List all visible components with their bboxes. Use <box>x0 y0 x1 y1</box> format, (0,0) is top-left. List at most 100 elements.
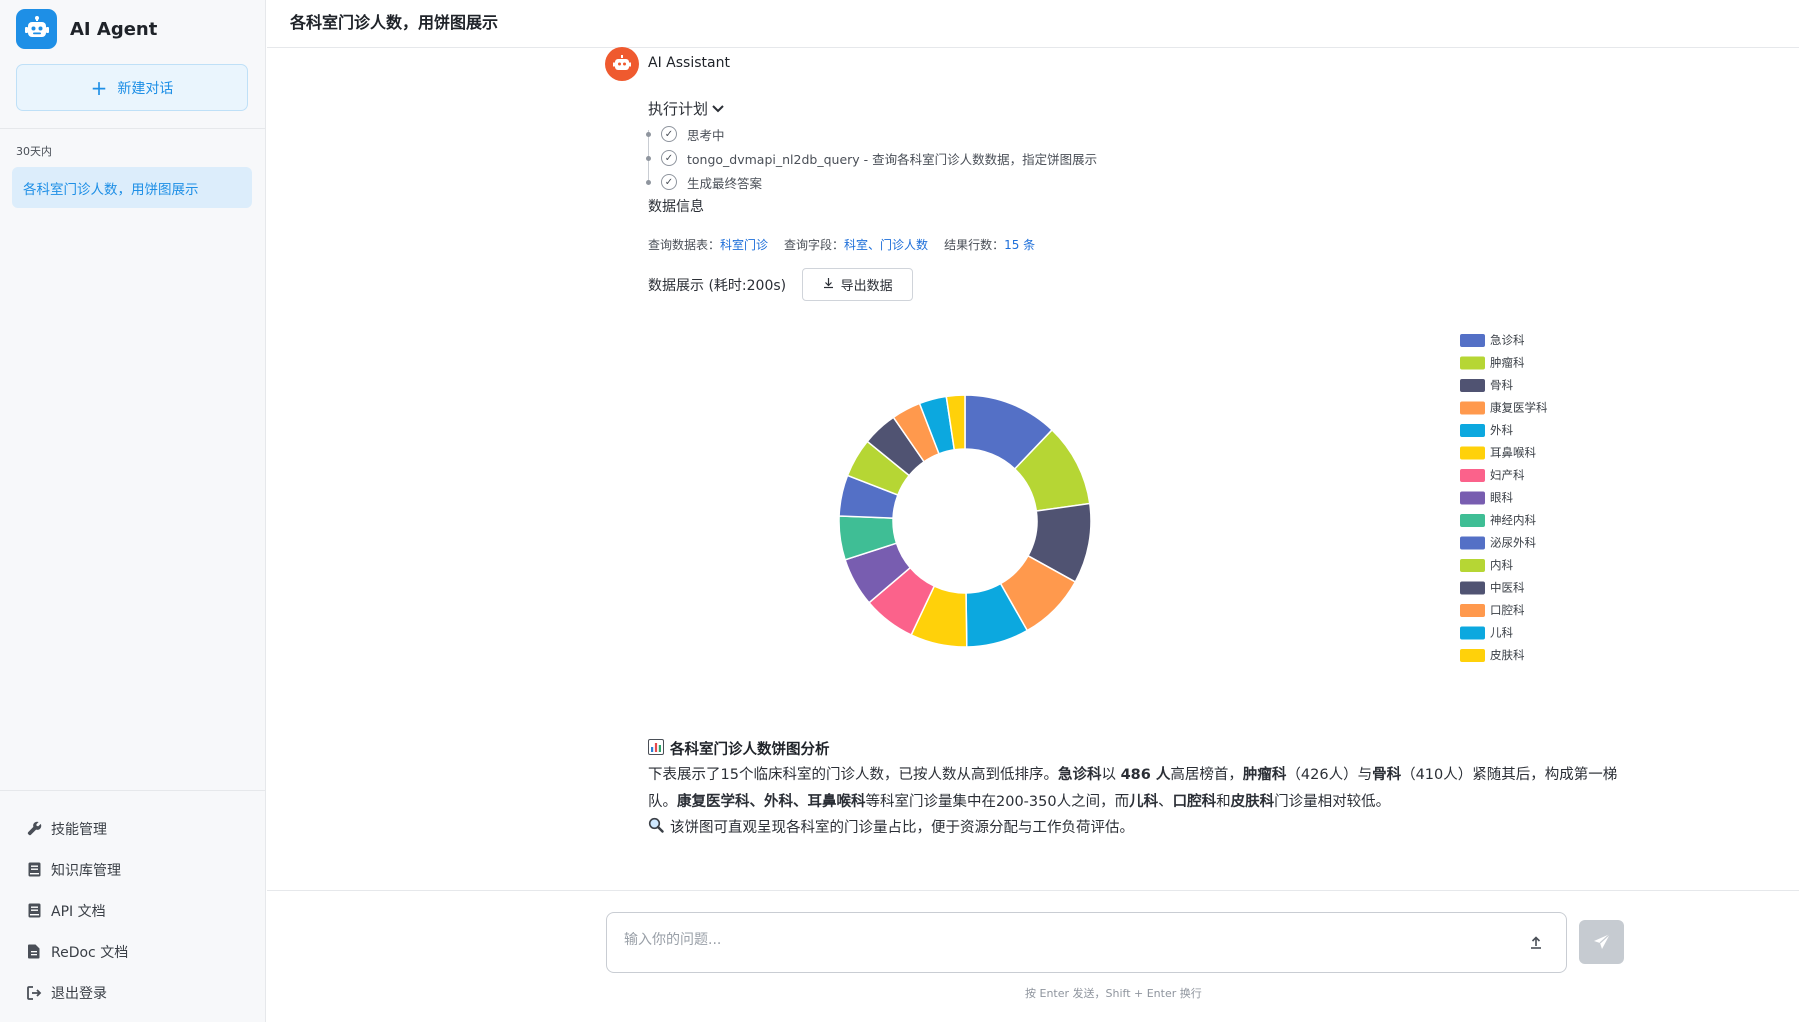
analysis-title: 各科室门诊人数饼图分析 <box>648 738 830 759</box>
document-icon <box>24 944 44 959</box>
download-icon <box>823 277 834 293</box>
plan-step-label: 思考中 <box>687 127 725 143</box>
paper-plane-icon <box>1593 933 1610 949</box>
analysis-text: 门诊量相对较低。 <box>1274 794 1391 810</box>
analysis-text: 下表展示了15个临床科室的门诊人数，已按人数从高到低排序。 <box>648 767 1058 783</box>
input-divider <box>267 890 1799 891</box>
header: 各科室门诊人数，用饼图展示 <box>267 0 1799 48</box>
analysis-text: 以 <box>1101 767 1121 783</box>
analysis-title-text: 各科室门诊人数饼图分析 <box>670 742 830 758</box>
legend-swatch[interactable] <box>1460 514 1485 527</box>
legend-label[interactable]: 骨科 <box>1490 378 1513 392</box>
legend-swatch[interactable] <box>1460 491 1485 505</box>
sidebar-divider <box>0 790 266 791</box>
menu-item-logout[interactable]: 退出登录 <box>24 972 128 1013</box>
legend-label[interactable]: 外科 <box>1490 423 1513 437</box>
menu-item-label: 知识库管理 <box>51 862 121 879</box>
plus-icon: + <box>90 75 108 100</box>
legend-label[interactable]: 妇产科 <box>1490 468 1525 482</box>
plan-step-label: tongo_dvmapi_nl2db_query - 查询各科室门诊人数数据，指… <box>687 151 1098 167</box>
analysis-text: 等科室门诊量集中在200-350人之间，而 <box>865 794 1130 810</box>
conversation-group-label: 30天内 <box>16 145 52 158</box>
legend-swatch[interactable] <box>1460 559 1485 572</box>
menu-item-redoc-docs[interactable]: ReDoc 文档 <box>24 931 128 972</box>
menu-item-label: 技能管理 <box>51 821 107 838</box>
data-display-label: 数据展示 (耗时:200s) <box>648 277 787 294</box>
legend-label[interactable]: 康复医学科 <box>1490 401 1548 415</box>
magnifier-icon <box>648 817 664 837</box>
legend-label[interactable]: 神经内科 <box>1490 513 1536 527</box>
legend-label[interactable]: 中医科 <box>1490 581 1525 595</box>
data-display-row: 数据展示 (耗时:200s) 导出数据 <box>648 268 914 301</box>
send-button[interactable] <box>1579 920 1624 964</box>
menu-item-knowledge-base[interactable]: 知识库管理 <box>24 849 128 890</box>
menu-item-label: API 文档 <box>51 903 106 920</box>
conversation-item-active[interactable]: 各科室门诊人数，用饼图展示 <box>12 167 252 208</box>
legend-label[interactable]: 眼科 <box>1490 491 1513 505</box>
export-data-button[interactable]: 导出数据 <box>802 268 914 301</box>
wrench-icon <box>24 821 44 836</box>
legend-swatch[interactable] <box>1460 446 1485 460</box>
data-info-meta: 查询数据表： 科室门诊 查询字段： 科室、门诊人数 结果行数： 15 条 <box>648 236 1051 253</box>
legend-label[interactable]: 耳鼻喉科 <box>1490 446 1536 460</box>
analysis-bold: 骨科 <box>1372 767 1402 783</box>
legend-swatch[interactable] <box>1460 334 1485 347</box>
legend-swatch[interactable] <box>1460 604 1485 617</box>
fields-key: 查询字段： <box>784 238 845 252</box>
app: AI Agent + 新建对话 30天内 各科室门诊人数，用饼图展示 技能管理 <box>0 0 1799 1030</box>
chat-input[interactable] <box>624 932 1484 948</box>
legend-swatch[interactable] <box>1460 626 1485 640</box>
legend-label[interactable]: 儿科 <box>1490 626 1513 640</box>
legend-swatch[interactable] <box>1460 356 1485 370</box>
table-key: 查询数据表： <box>648 238 721 252</box>
conversation-title: 各科室门诊人数，用饼图展示 <box>23 181 199 198</box>
timeline-dot <box>646 155 651 161</box>
execution-plan-title: 执行计划 <box>648 100 709 118</box>
upload-icon[interactable] <box>1525 931 1547 953</box>
legend-swatch[interactable] <box>1460 424 1485 437</box>
legend-swatch[interactable] <box>1460 469 1485 482</box>
legend-label[interactable]: 泌尿外科 <box>1490 536 1536 550</box>
export-data-label: 导出数据 <box>840 279 893 294</box>
chat-input-box <box>606 912 1567 973</box>
execution-plan-toggle[interactable]: 执行计划 <box>648 98 725 119</box>
analysis-paragraph: 下表展示了15个临床科室的门诊人数，已按人数从高到低排序。急诊科以 486 人高… <box>648 762 1618 816</box>
legend-swatch[interactable] <box>1460 536 1485 550</box>
legend-label[interactable]: 急诊科 <box>1490 333 1525 347</box>
menu-item-skills[interactable]: 技能管理 <box>24 808 128 849</box>
donut-chart: 急诊科肿瘤科骨科康复医学科外科耳鼻喉科妇产科眼科神经内科泌尿外科内科中医科口腔科… <box>838 333 1548 662</box>
plan-step: ✓ 生成最终答案 <box>646 170 1097 194</box>
input-hint: 按 Enter 发送，Shift + Enter 换行 <box>1025 987 1202 1000</box>
menu-item-label: ReDoc 文档 <box>51 944 129 961</box>
analysis-bold: 486 人 <box>1120 767 1171 783</box>
brand: AI Agent <box>16 9 157 49</box>
legend-label[interactable]: 皮肤科 <box>1490 648 1525 662</box>
page-title: 各科室门诊人数，用饼图展示 <box>290 13 499 32</box>
sidebar: AI Agent + 新建对话 30天内 各科室门诊人数，用饼图展示 技能管理 <box>0 0 266 1022</box>
legend-label[interactable]: 内科 <box>1490 558 1513 572</box>
rows-value: 15 条 <box>1004 238 1036 252</box>
app-title: AI Agent <box>70 18 158 40</box>
robot-icon <box>613 55 631 70</box>
plan-step: ✓ 思考中 <box>646 122 1097 146</box>
legend-swatch[interactable] <box>1460 649 1485 662</box>
analysis-bold: 急诊科 <box>1057 767 1102 783</box>
menu-item-label: 退出登录 <box>51 985 107 1002</box>
new-chat-button[interactable]: + 新建对话 <box>16 64 248 111</box>
analysis-bold: 皮肤科 <box>1230 794 1275 810</box>
message-sender: AI Assistant <box>648 55 730 71</box>
analysis-bold: 康复医学科、外科、耳鼻喉科 <box>677 794 866 810</box>
analysis-bold: 儿科 <box>1129 794 1159 810</box>
legend-label[interactable]: 口腔科 <box>1490 603 1525 617</box>
legend-swatch[interactable] <box>1460 401 1485 415</box>
legend-swatch[interactable] <box>1460 379 1485 392</box>
analysis-note-text: 该饼图可直观呈现各科室的门诊量占比，便于资源分配与工作负荷评估。 <box>670 820 1134 836</box>
table-value: 科室门诊 <box>720 238 769 252</box>
timeline-dot <box>646 179 651 185</box>
book-icon <box>24 903 44 918</box>
legend-label[interactable]: 肿瘤科 <box>1490 356 1525 370</box>
logout-icon <box>24 985 44 1000</box>
legend-swatch[interactable] <box>1460 581 1485 595</box>
sidebar-divider <box>0 128 266 129</box>
menu-item-api-docs[interactable]: API 文档 <box>24 890 128 931</box>
